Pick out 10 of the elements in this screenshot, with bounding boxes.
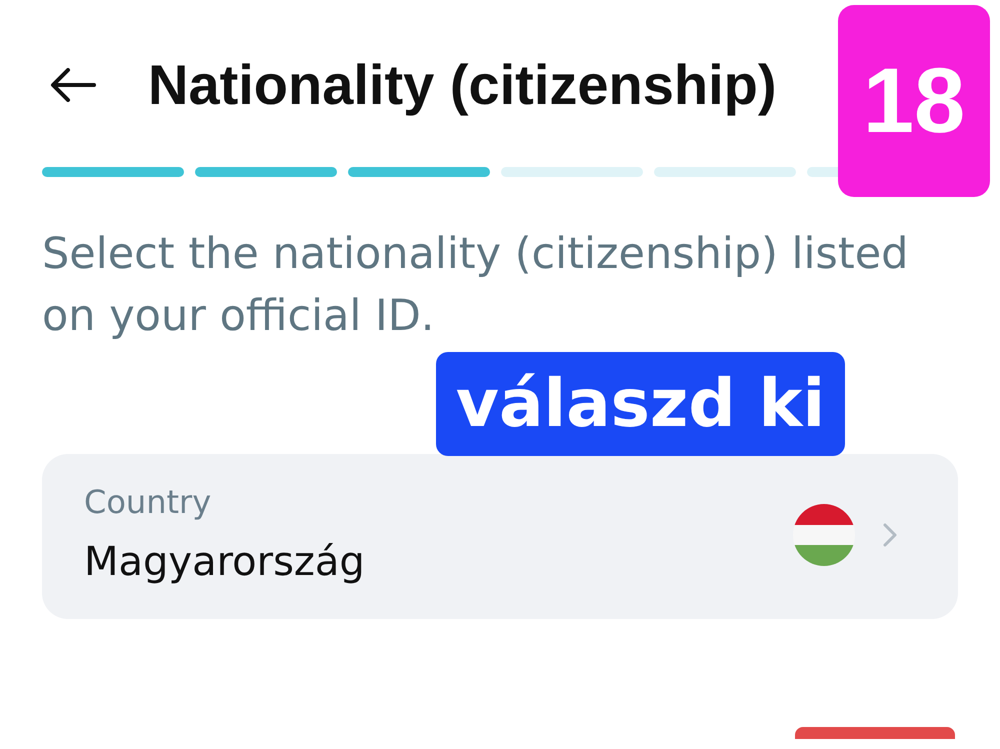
step-number-badge: 18 — [838, 5, 990, 197]
instruction-text: Select the nationality (citizenship) listed on your official ID. — [42, 228, 910, 343]
callout-label: válaszd ki — [436, 352, 845, 456]
flag-icon — [793, 504, 855, 566]
page-title: Nationality (citizenship) — [148, 53, 776, 117]
back-arrow-icon — [50, 68, 96, 102]
back-button[interactable] — [50, 68, 96, 102]
country-select[interactable]: Country Magyarország — [42, 454, 958, 619]
field-label: Country — [84, 484, 212, 520]
field-value: Magyarország — [84, 538, 365, 586]
